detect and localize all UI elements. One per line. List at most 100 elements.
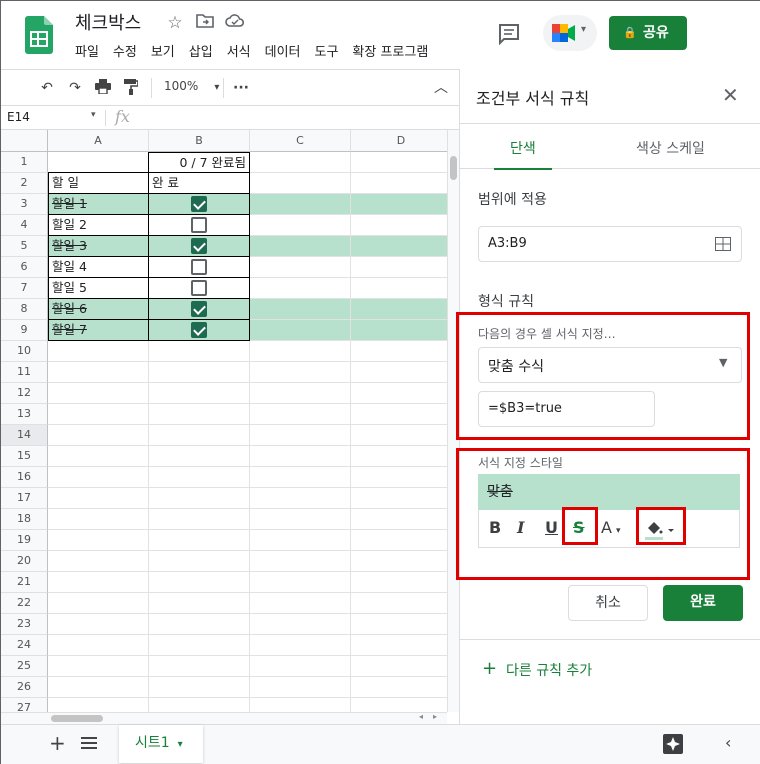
cell-b20[interactable]	[149, 551, 250, 572]
row-header-10[interactable]: 10	[1, 341, 48, 362]
cell-a5[interactable]: 할일 3	[48, 236, 149, 257]
row-header-9[interactable]: 9	[1, 320, 48, 341]
cell-d2[interactable]	[351, 173, 447, 194]
redo-icon[interactable]: ↷	[65, 79, 85, 97]
cell-c16[interactable]	[250, 467, 351, 488]
explore-icon[interactable]	[663, 734, 683, 758]
row-header-5[interactable]: 5	[1, 236, 48, 257]
column-header-a[interactable]: A	[48, 130, 149, 152]
cell-d17[interactable]	[351, 488, 447, 509]
cell-c15[interactable]	[250, 446, 351, 467]
zoom-select[interactable]: 100% ▾	[164, 79, 219, 93]
formula-field[interactable]: =$B3=true	[478, 391, 655, 427]
row-header-7[interactable]: 7	[1, 278, 48, 299]
cell-c20[interactable]	[250, 551, 351, 572]
cell-a17[interactable]	[48, 488, 149, 509]
cell-a26[interactable]	[48, 677, 149, 698]
cell-b2[interactable]: 완 료	[149, 173, 250, 194]
cell-b9[interactable]	[149, 320, 250, 341]
cell-a8[interactable]: 할일 6	[48, 299, 149, 320]
row-header-27[interactable]: 27	[1, 698, 48, 712]
cell-c7[interactable]	[250, 278, 351, 299]
cell-c9[interactable]	[250, 320, 351, 341]
cell-c2[interactable]	[250, 173, 351, 194]
menu-edit[interactable]: 수정	[113, 41, 137, 60]
cell-d25[interactable]	[351, 656, 447, 677]
cell-c23[interactable]	[250, 614, 351, 635]
checkbox[interactable]	[191, 322, 207, 338]
row-header-26[interactable]: 26	[1, 677, 48, 698]
menu-view[interactable]: 보기	[151, 41, 175, 60]
row-header-8[interactable]: 8	[1, 299, 48, 320]
cell-d24[interactable]	[351, 635, 447, 656]
cell-c18[interactable]	[250, 509, 351, 530]
cell-b1[interactable]: 0 / 7 완료됨	[149, 152, 250, 173]
cell-c4[interactable]	[250, 215, 351, 236]
menu-tools[interactable]: 도구	[315, 41, 339, 60]
cell-b4[interactable]	[149, 215, 250, 236]
row-header-1[interactable]: 1	[1, 152, 48, 173]
row-header-6[interactable]: 6	[1, 257, 48, 278]
cell-d19[interactable]	[351, 530, 447, 551]
cell-d21[interactable]	[351, 572, 447, 593]
cell-c11[interactable]	[250, 362, 351, 383]
menu-extensions[interactable]: 확장 프로그램	[352, 41, 428, 60]
horizontal-scrollbar[interactable]: ◂ ▸	[1, 712, 447, 724]
cell-c3[interactable]	[250, 194, 351, 215]
checkbox[interactable]	[191, 238, 207, 254]
cell-b17[interactable]	[149, 488, 250, 509]
cell-a19[interactable]	[48, 530, 149, 551]
row-header-21[interactable]: 21	[1, 572, 48, 593]
cancel-button[interactable]: 취소	[568, 585, 648, 621]
cell-c25[interactable]	[250, 656, 351, 677]
cell-a1[interactable]	[48, 152, 149, 173]
bold-icon[interactable]: B	[489, 518, 501, 537]
row-header-17[interactable]: 17	[1, 488, 48, 509]
row-header-16[interactable]: 16	[1, 467, 48, 488]
tab-single-color[interactable]: 단색	[494, 138, 552, 170]
cell-a21[interactable]	[48, 572, 149, 593]
cell-c26[interactable]	[250, 677, 351, 698]
checkbox[interactable]	[191, 217, 207, 233]
cell-b8[interactable]	[149, 299, 250, 320]
cell-c8[interactable]	[250, 299, 351, 320]
cell-b27[interactable]	[149, 698, 250, 712]
row-header-23[interactable]: 23	[1, 614, 48, 635]
select-all-corner[interactable]	[1, 130, 48, 152]
cell-d20[interactable]	[351, 551, 447, 572]
cell-c19[interactable]	[250, 530, 351, 551]
cell-d13[interactable]	[351, 404, 447, 425]
cell-d11[interactable]	[351, 362, 447, 383]
column-header-d[interactable]: D	[351, 130, 447, 152]
cell-c5[interactable]	[250, 236, 351, 257]
document-title[interactable]: 체크박스	[75, 9, 141, 35]
cell-d27[interactable]	[351, 698, 447, 712]
done-button[interactable]: 완료	[663, 585, 743, 621]
name-box[interactable]: E14 ▾	[7, 110, 96, 124]
cell-b16[interactable]	[149, 467, 250, 488]
cell-d6[interactable]	[351, 257, 447, 278]
close-icon[interactable]: ✕	[722, 83, 739, 107]
cell-c12[interactable]	[250, 383, 351, 404]
row-header-11[interactable]: 11	[1, 362, 48, 383]
cell-c13[interactable]	[250, 404, 351, 425]
cell-b7[interactable]	[149, 278, 250, 299]
cell-c24[interactable]	[250, 635, 351, 656]
all-sheets-icon[interactable]	[81, 735, 97, 754]
cell-c1[interactable]	[250, 152, 351, 173]
cell-c6[interactable]	[250, 257, 351, 278]
cell-d16[interactable]	[351, 467, 447, 488]
cell-a16[interactable]	[48, 467, 149, 488]
checkbox[interactable]	[191, 301, 207, 317]
scroll-thumb[interactable]	[51, 715, 103, 722]
cell-a2[interactable]: 할 일	[48, 173, 149, 194]
checkbox[interactable]	[191, 196, 207, 212]
row-header-24[interactable]: 24	[1, 635, 48, 656]
print-icon[interactable]	[93, 79, 113, 97]
cell-d23[interactable]	[351, 614, 447, 635]
cell-d8[interactable]	[351, 299, 447, 320]
cell-b13[interactable]	[149, 404, 250, 425]
cell-d5[interactable]	[351, 236, 447, 257]
cell-b10[interactable]	[149, 341, 250, 362]
cell-d14[interactable]	[351, 425, 447, 446]
